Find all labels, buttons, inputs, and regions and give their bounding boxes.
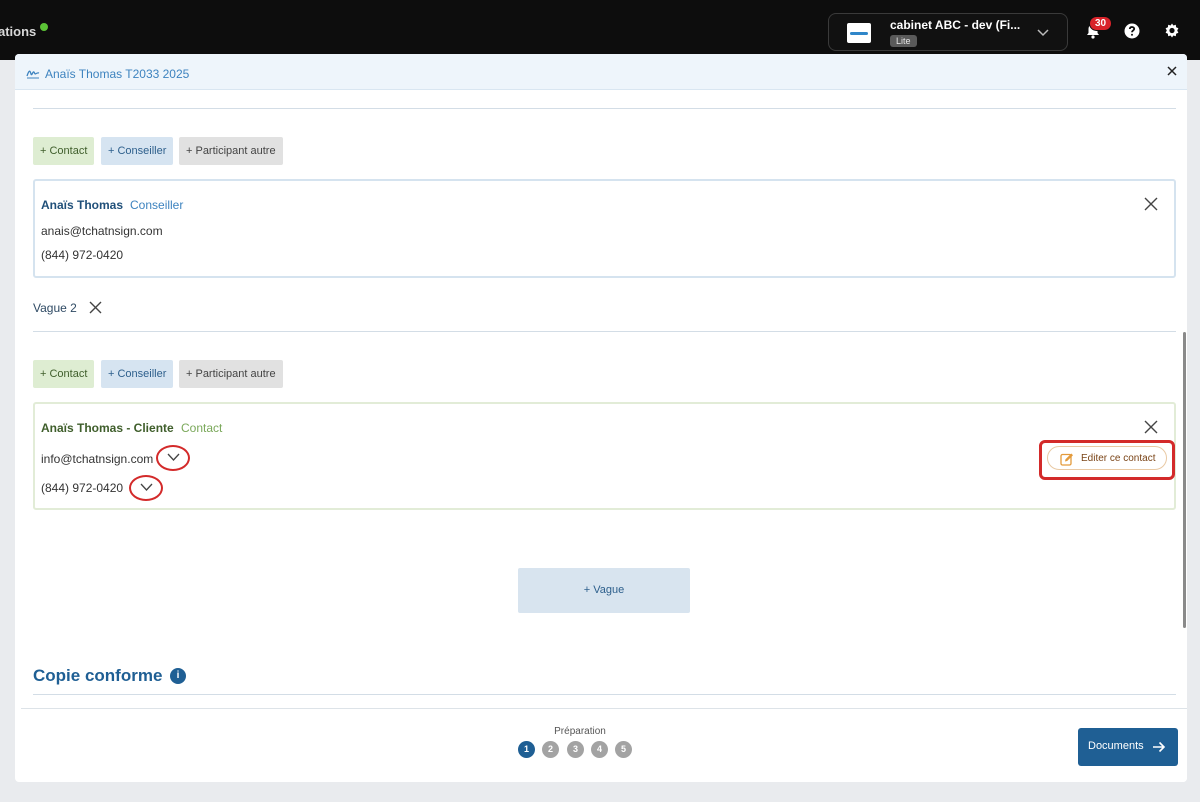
- participant-card: Anaïs Thomas Conseiller anais@tchatnsign…: [33, 179, 1176, 278]
- status-dot: [40, 23, 48, 31]
- add-participant-autre-button[interactable]: + Participant autre: [179, 360, 283, 388]
- phone-dropdown-toggle[interactable]: [129, 475, 163, 501]
- step-3[interactable]: 3: [567, 741, 584, 758]
- signature-icon: [26, 70, 40, 79]
- participant-role: Conseiller: [130, 198, 184, 212]
- participant-email: anais@tchatnsign.com: [41, 224, 163, 238]
- close-icon[interactable]: [1166, 65, 1178, 77]
- organization-name: cabinet ABC - dev (Fi...: [890, 18, 1021, 32]
- step-5[interactable]: 5: [615, 741, 632, 758]
- step-2[interactable]: 2: [542, 741, 559, 758]
- divider: [33, 694, 1176, 695]
- step-1[interactable]: 1: [518, 741, 535, 758]
- participant-card: Anaïs Thomas - Cliente Contact info@tcha…: [33, 402, 1176, 510]
- plan-badge: Lite: [890, 35, 917, 47]
- email-dropdown-toggle[interactable]: [156, 445, 190, 471]
- participant-phone: (844) 972-0420: [41, 481, 124, 495]
- modal-title: Anaïs Thomas T2033 2025: [45, 67, 190, 81]
- scrollbar[interactable]: [1183, 332, 1186, 628]
- info-icon[interactable]: i: [170, 668, 186, 684]
- arrow-right-icon: [1153, 741, 1166, 753]
- divider: [33, 331, 1176, 332]
- chevron-down-icon: [1037, 29, 1049, 37]
- wave-label: Vague 2: [33, 301, 77, 315]
- chevron-down-icon: [167, 453, 180, 461]
- modal-header: Anaïs Thomas T2033 2025: [15, 54, 1187, 90]
- step-4[interactable]: 4: [591, 741, 608, 758]
- top-bar: ations cabinet ABC - dev (Fi... Lite 30: [0, 0, 1200, 60]
- gear-icon[interactable]: [1163, 22, 1181, 40]
- edit-contact-label: Editer ce contact: [1081, 453, 1156, 464]
- add-conseiller-button[interactable]: + Conseiller: [101, 137, 174, 165]
- section-title: Copie conforme: [33, 666, 163, 685]
- help-icon[interactable]: [1123, 22, 1141, 40]
- current-step-label: Préparation: [554, 726, 606, 737]
- add-wave-button[interactable]: + Vague: [518, 568, 690, 613]
- next-button-label: Documents: [1088, 740, 1144, 752]
- chevron-down-icon: [140, 483, 153, 491]
- add-contact-button[interactable]: + Contact: [33, 360, 95, 388]
- participant-email: info@tchatnsign.com: [41, 452, 154, 466]
- divider: [33, 108, 1176, 109]
- organization-switcher[interactable]: cabinet ABC - dev (Fi... Lite: [828, 13, 1068, 51]
- edit-contact-button[interactable]: Editer ce contact: [1047, 446, 1167, 470]
- add-contact-button[interactable]: + Contact: [33, 137, 95, 165]
- participant-role: Contact: [181, 421, 223, 435]
- remove-participant-icon[interactable]: [1144, 420, 1158, 434]
- edit-icon: [1060, 453, 1073, 466]
- modal: Anaïs Thomas T2033 2025 + Contact + Cons…: [15, 54, 1187, 782]
- remove-participant-icon[interactable]: [1144, 197, 1158, 211]
- add-conseiller-button[interactable]: + Conseiller: [101, 360, 174, 388]
- participant-phone: (844) 972-0420: [41, 248, 124, 262]
- organization-logo: [847, 23, 871, 43]
- notification-count-badge: 30: [1089, 16, 1113, 31]
- participant-name: Anaïs Thomas: [41, 198, 124, 212]
- next-documents-button[interactable]: Documents: [1078, 728, 1178, 766]
- add-participant-autre-button[interactable]: + Participant autre: [179, 137, 283, 165]
- step-indicator: 1 2 3 4 5: [518, 741, 648, 761]
- wizard-footer: Préparation 1 2 3 4 5 Documents: [21, 708, 1187, 782]
- remove-wave-icon[interactable]: [89, 301, 102, 314]
- participant-name: Anaïs Thomas - Cliente: [41, 421, 174, 435]
- app-brand: ations: [0, 24, 37, 39]
